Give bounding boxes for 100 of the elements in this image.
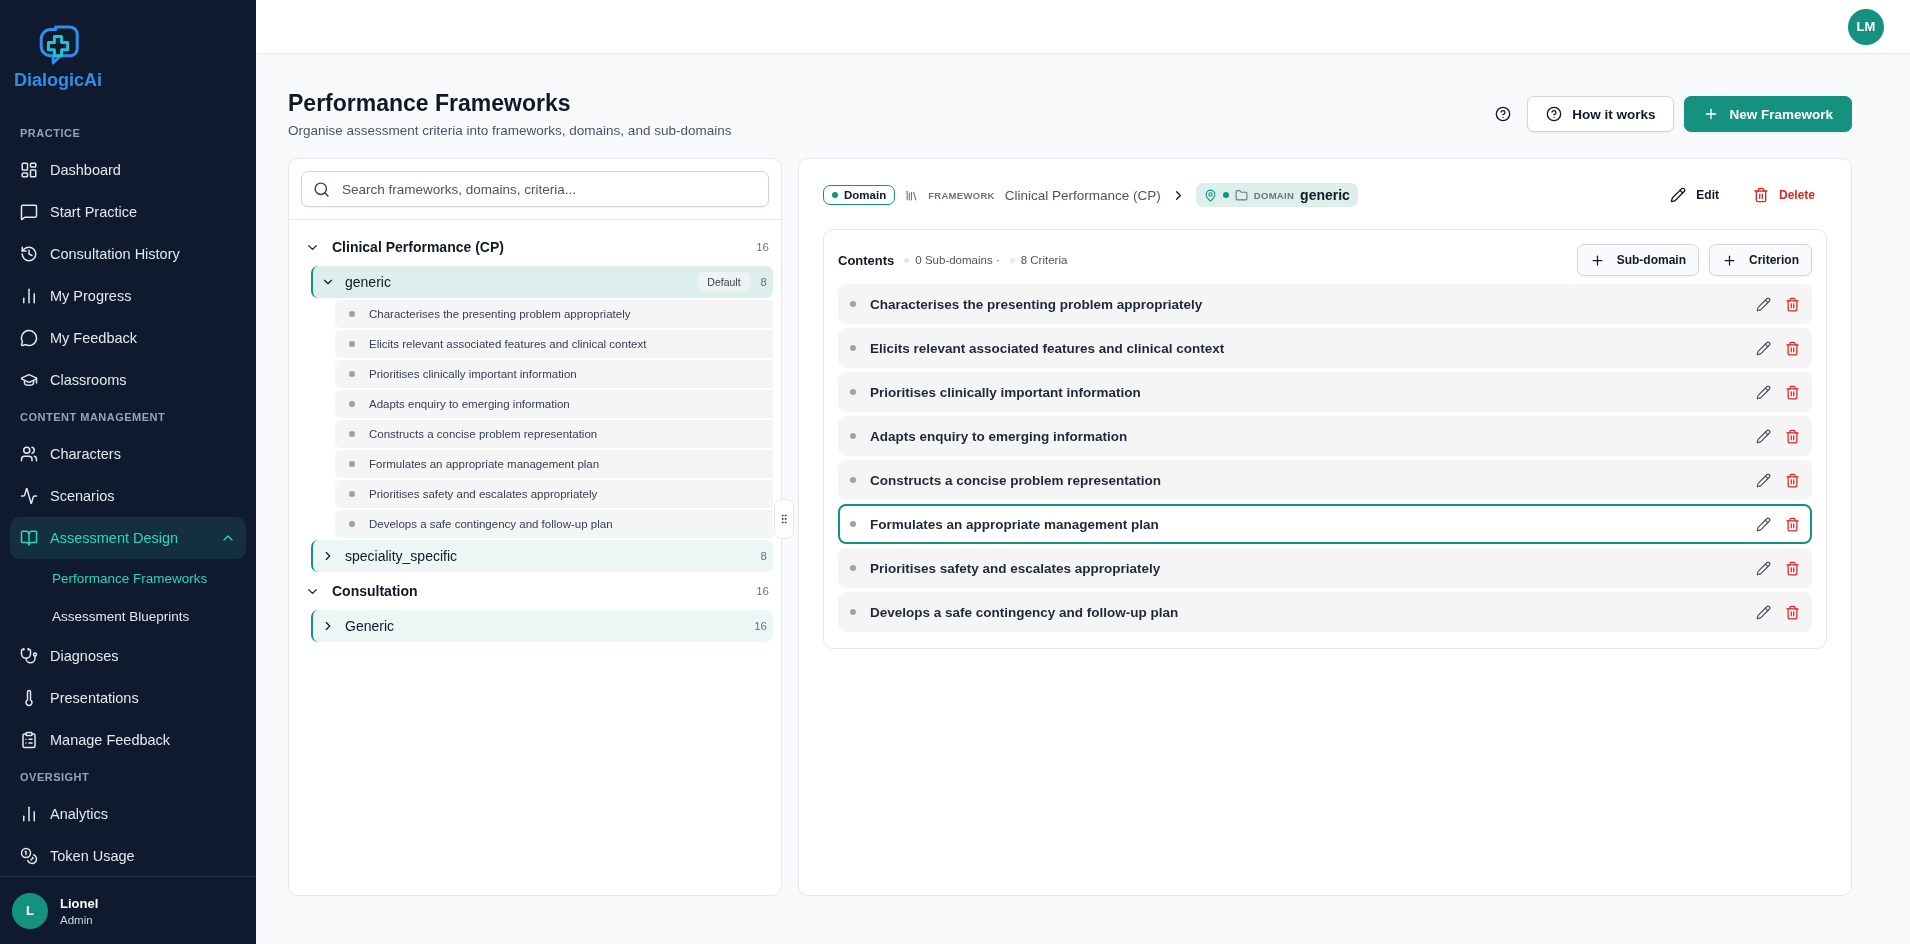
domain-name: speciality_specific xyxy=(345,548,458,564)
logo-text: DialogicAi xyxy=(14,70,102,91)
item-count: 8 xyxy=(760,550,767,562)
criterion-row[interactable]: Prioritises safety and escalates appropriately xyxy=(838,548,1812,588)
edit-icon[interactable] xyxy=(1756,296,1771,312)
help-icon xyxy=(1546,106,1563,122)
sidebar-item[interactable]: Presentations xyxy=(10,677,246,719)
edit-icon[interactable] xyxy=(1756,340,1771,356)
coins-icon xyxy=(20,847,38,865)
trash-icon xyxy=(1752,187,1769,203)
delete-icon[interactable] xyxy=(1785,560,1800,576)
delete-icon[interactable] xyxy=(1785,604,1800,620)
add-subdomain-button[interactable]: Sub-domain xyxy=(1576,244,1699,276)
help-icon xyxy=(1495,106,1512,122)
sidebar-item[interactable]: My Progress xyxy=(10,275,246,317)
criterion-row[interactable]: Formulates an appropriate management plan xyxy=(335,450,773,478)
breadcrumb-link[interactable]: Clinical Performance (CP) xyxy=(1004,187,1161,203)
delete-icon[interactable] xyxy=(1785,516,1800,532)
bar-chart-icon xyxy=(20,805,38,823)
edit-button[interactable]: Edit xyxy=(1658,183,1731,207)
criterion-row[interactable]: Elicits relevant associated features and clinical context xyxy=(335,330,773,358)
users-icon xyxy=(20,445,38,463)
sidebar-item[interactable]: My Feedback xyxy=(10,317,246,359)
folder-icon xyxy=(1234,188,1248,202)
edit-icon[interactable] xyxy=(1756,472,1771,488)
page-subtitle: Organise assessment criteria into frameworks, domains, and sub-domains xyxy=(288,123,732,138)
new-framework-button[interactable]: New Framework xyxy=(1684,96,1852,132)
add-criterion-button[interactable]: Criterion xyxy=(1709,244,1812,276)
domain-row[interactable]: generic Default 8 xyxy=(311,266,773,298)
criterion-row[interactable]: Characterises the presenting problem appropriately xyxy=(838,284,1812,324)
sidebar-subitem[interactable]: Assessment Blueprints xyxy=(10,597,246,635)
sidebar-item[interactable]: Analytics xyxy=(10,793,246,835)
framework-row[interactable]: Consultation 16 xyxy=(305,574,773,608)
delete-button[interactable]: Delete xyxy=(1740,183,1827,207)
criterion-row[interactable]: Elicits relevant associated features and clinical context xyxy=(838,328,1812,368)
framework-label: FRAMEWORK xyxy=(928,189,995,201)
criterion-row[interactable]: Adapts enquiry to emerging information xyxy=(335,390,773,418)
type-badge: Domain xyxy=(823,185,896,205)
user-avatar[interactable]: LM xyxy=(1848,8,1884,45)
bar-chart-icon xyxy=(20,287,38,305)
stethoscope-icon xyxy=(20,647,38,665)
section-title: CONTENT MANAGEMENT xyxy=(19,410,167,425)
graduation-cap-icon xyxy=(20,371,38,389)
sidebar-item[interactable]: Manage Feedback xyxy=(10,719,246,761)
edit-icon[interactable] xyxy=(1756,428,1771,444)
book-icon xyxy=(20,529,38,547)
resize-handle[interactable] xyxy=(774,499,794,539)
edit-icon[interactable] xyxy=(1756,516,1771,532)
delete-icon[interactable] xyxy=(1785,384,1800,400)
sidebar-item[interactable]: Scenarios xyxy=(10,475,246,517)
domain-name: generic xyxy=(345,274,391,290)
domain-row[interactable]: speciality_specific 8 xyxy=(311,540,773,572)
sidebar-item[interactable]: Classrooms xyxy=(10,359,246,401)
sidebar-item[interactable]: Consultation History xyxy=(10,233,246,275)
framework-name: Consultation xyxy=(332,583,418,599)
subdomain-count: 0 Sub-domains · xyxy=(904,254,1000,266)
sidebar-item[interactable]: Characters xyxy=(10,433,246,475)
library-icon xyxy=(905,188,919,202)
plus-icon xyxy=(1589,252,1605,268)
criterion-row[interactable]: Develops a safe contingency and follow-up plan xyxy=(335,510,773,538)
criterion-row[interactable]: Characterises the presenting problem appropriately xyxy=(335,300,773,328)
criterion-row[interactable]: Prioritises clinically important information xyxy=(838,372,1812,412)
edit-icon[interactable] xyxy=(1756,384,1771,400)
delete-icon[interactable] xyxy=(1785,296,1800,312)
criterion-row[interactable]: Adapts enquiry to emerging information xyxy=(838,416,1812,456)
criterion-row[interactable]: Formulates an appropriate management plan xyxy=(838,504,1812,544)
sidebar-item[interactable]: Assessment Design xyxy=(10,517,246,559)
chat-icon xyxy=(20,203,38,221)
delete-icon[interactable] xyxy=(1785,428,1800,444)
criterion-row[interactable]: Constructs a concise problem representation xyxy=(335,420,773,448)
item-count: 8 xyxy=(760,276,767,288)
criterion-row[interactable]: Constructs a concise problem representation xyxy=(838,460,1812,500)
criterion-row[interactable]: Prioritises clinically important information xyxy=(335,360,773,388)
sidebar-item[interactable]: Token Usage xyxy=(10,835,246,876)
page-title: Performance Frameworks xyxy=(288,90,572,117)
section-title: PRACTICE xyxy=(19,126,82,141)
plus-icon xyxy=(1722,252,1737,268)
user-avatar[interactable]: L xyxy=(12,892,48,929)
delete-icon[interactable] xyxy=(1785,340,1800,356)
sidebar-item[interactable]: Start Practice xyxy=(10,191,246,233)
delete-icon[interactable] xyxy=(1785,472,1800,488)
edit-icon[interactable] xyxy=(1756,604,1771,620)
framework-row[interactable]: Clinical Performance (CP) 16 xyxy=(305,230,773,264)
history-icon xyxy=(20,245,38,263)
section-title: OVERSIGHT xyxy=(19,770,91,785)
sidebar-item[interactable]: Diagnoses xyxy=(10,635,246,677)
search-field[interactable]: Search frameworks, domains, criteria... xyxy=(301,171,769,207)
edit-icon[interactable] xyxy=(1756,560,1771,576)
criterion-row[interactable]: Prioritises safety and escalates appropriately xyxy=(335,480,773,508)
pin-icon xyxy=(1203,188,1217,202)
grip-icon xyxy=(778,513,790,525)
sidebar-item[interactable]: Dashboard xyxy=(10,149,246,191)
domain-row[interactable]: Generic 16 xyxy=(311,610,773,642)
criterion-row[interactable]: Develops a safe contingency and follow-up plan xyxy=(838,592,1812,632)
dashboard-icon xyxy=(20,161,38,179)
user-role: Admin xyxy=(60,913,94,926)
chat-bubble-icon xyxy=(20,329,38,347)
sidebar-subitem[interactable]: Performance Frameworks xyxy=(10,559,246,597)
how-it-works-button[interactable]: How it works xyxy=(1527,96,1675,132)
pulse-icon xyxy=(20,487,38,505)
